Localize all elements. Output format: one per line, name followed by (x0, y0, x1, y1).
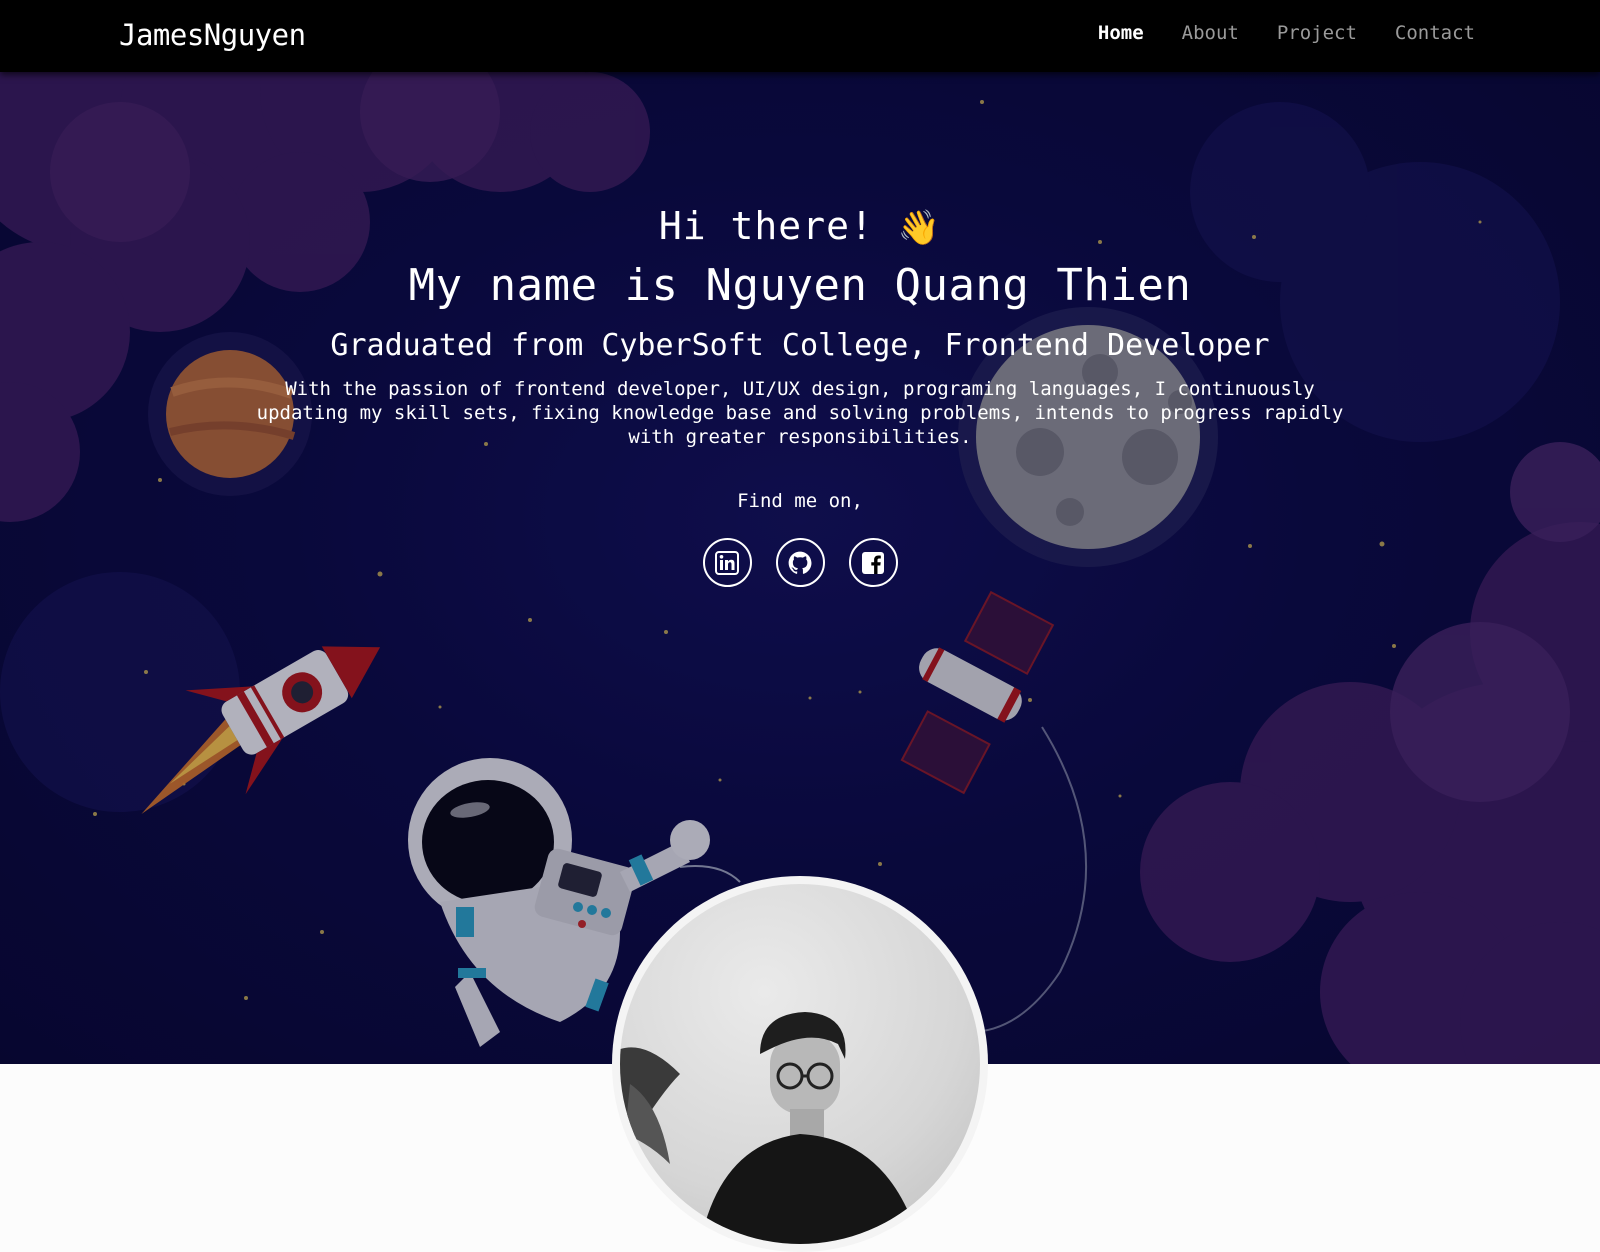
role-subheading: Graduated from CyberSoft College, Fronte… (330, 328, 1270, 363)
name-heading: My name is Nguyen Quang Thien (408, 260, 1192, 311)
profile-avatar (612, 876, 988, 1252)
nav-link-home[interactable]: Home (1098, 22, 1144, 44)
social-links (0, 538, 1600, 587)
nav-link-about[interactable]: About (1182, 22, 1239, 44)
linkedin-link[interactable] (702, 538, 752, 587)
facebook-icon (862, 551, 884, 574)
person-portrait-illustration (620, 1012, 920, 1244)
facebook-link[interactable] (848, 538, 898, 587)
brand-logo[interactable]: JamesNguyen (119, 18, 306, 52)
linkedin-icon (715, 550, 739, 575)
wave-emoji-icon: 👋 (897, 208, 942, 248)
github-link[interactable] (775, 538, 825, 587)
navbar: JamesNguyen Home About Project Contact (0, 0, 1600, 72)
greeting-heading: Hi there! 👋 (0, 204, 1600, 248)
nav-links: Home About Project Contact (1098, 22, 1475, 44)
nav-link-contact[interactable]: Contact (1395, 22, 1475, 44)
greeting-text: Hi there! (658, 204, 874, 248)
github-icon (788, 551, 812, 574)
find-me-label: Find me on, (737, 490, 863, 512)
nav-link-project[interactable]: Project (1277, 22, 1357, 44)
profile-photo (620, 884, 980, 1244)
bio-paragraph: With the passion of frontend developer, … (256, 378, 1344, 448)
